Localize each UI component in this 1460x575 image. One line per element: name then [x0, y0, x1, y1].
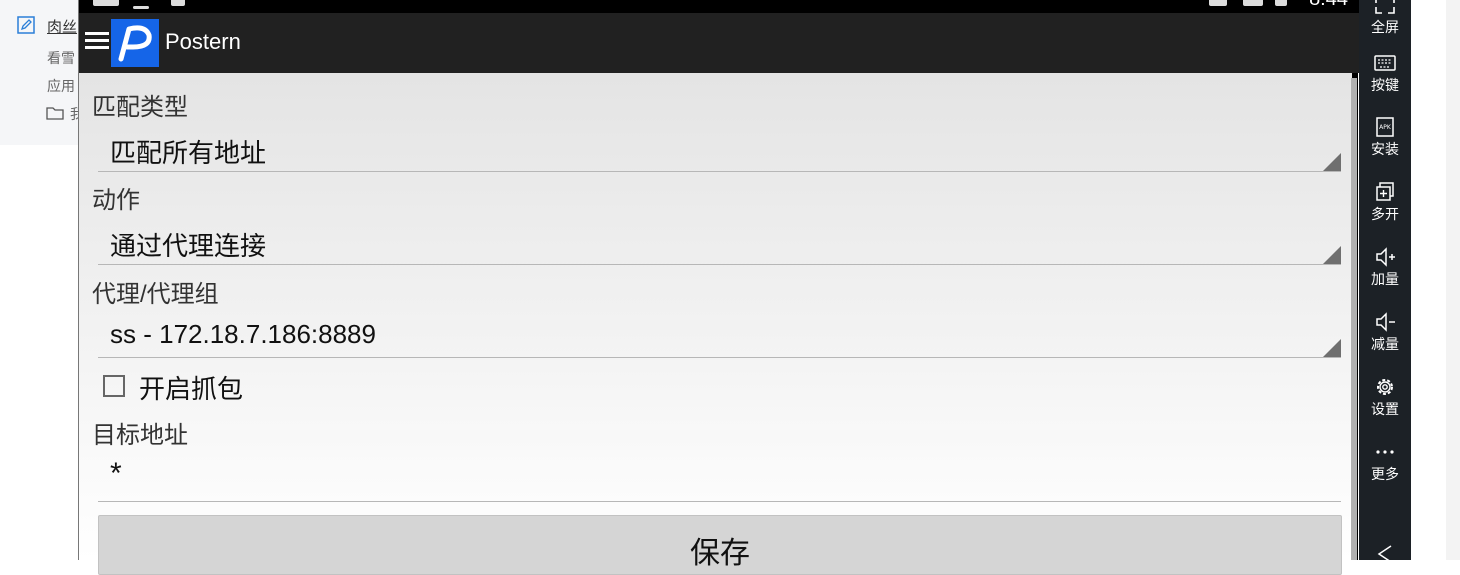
- action-label: 动作: [92, 187, 140, 214]
- volume-down-icon: [1376, 312, 1395, 332]
- more-dots-icon: [1376, 450, 1394, 454]
- status-notification-icon: [93, 0, 119, 6]
- status-time: 8:44: [1309, 0, 1348, 11]
- fullscreen-icon: [1375, 0, 1395, 14]
- settings-gear-icon: [1377, 379, 1393, 395]
- background-row: 看雪: [47, 51, 75, 67]
- toolbar-label: 按键: [1371, 78, 1399, 94]
- proxy-value: ss - 172.18.7.186:8889: [110, 319, 376, 349]
- toolbar-volume-up[interactable]: 加量: [1359, 246, 1411, 288]
- toolbar-label: 设置: [1371, 402, 1399, 418]
- background-row: 应用: [47, 79, 75, 95]
- toolbar-label: 全屏: [1371, 20, 1399, 36]
- signal-icon: [1243, 0, 1263, 6]
- keyboard-icon: [1374, 55, 1396, 71]
- emulator-screen: 8:44 Postern 匹配类型 匹配所有地址 动作 通过代理连接 代理/代理…: [78, 0, 1360, 575]
- proxy-label: 代理/代理组: [92, 281, 219, 308]
- toolbar-more[interactable]: 更多: [1359, 441, 1411, 483]
- dropdown-arrow-icon: [1323, 153, 1341, 171]
- proxy-spinner[interactable]: ss - 172.18.7.186:8889: [98, 313, 1341, 358]
- multi-instance-icon: [1376, 182, 1394, 201]
- toolbar-keyboard[interactable]: 按键: [1359, 52, 1411, 94]
- hamburger-menu-icon[interactable]: [85, 32, 109, 54]
- action-spinner[interactable]: 通过代理连接: [98, 220, 1341, 265]
- background-window: 肉丝 看雪 应用 我: [0, 0, 80, 145]
- toolbar-volume-down[interactable]: 减量: [1359, 311, 1411, 353]
- back-triangle-icon: [1377, 545, 1392, 562]
- action-value: 通过代理连接: [110, 231, 267, 261]
- match-type-spinner[interactable]: 匹配所有地址: [98, 127, 1341, 172]
- match-type-label: 匹配类型: [92, 94, 188, 121]
- volume-up-icon: [1376, 247, 1395, 267]
- toolbar-label: 多开: [1371, 207, 1399, 223]
- folder-icon: [46, 107, 64, 120]
- toolbar-label: 加量: [1371, 272, 1399, 288]
- desktop-edge: [1446, 0, 1460, 560]
- app-title: Postern: [165, 29, 241, 54]
- status-notification-icon: [133, 6, 149, 9]
- capture-checkbox[interactable]: [103, 375, 125, 397]
- background-title[interactable]: 肉丝: [47, 16, 80, 37]
- toolbar-settings[interactable]: 设置: [1359, 376, 1411, 418]
- emulator-toolbar: 全屏 按键 APK 安装 多开 加量 减量 设置 更多: [1359, 0, 1411, 562]
- document-edit-icon: [17, 16, 35, 34]
- toolbar-label: 减量: [1371, 337, 1399, 353]
- capture-label: 开启抓包: [139, 374, 244, 404]
- toolbar-multi[interactable]: 多开: [1359, 181, 1411, 223]
- battery-icon: [1275, 0, 1287, 6]
- toolbar-label: 安装: [1371, 142, 1399, 158]
- save-button-label: 保存: [690, 537, 750, 570]
- postern-logo: [111, 19, 159, 67]
- scrollbar[interactable]: [1351, 78, 1357, 560]
- toolbar-back[interactable]: [1359, 540, 1411, 562]
- target-address-input[interactable]: *: [98, 445, 1341, 502]
- toolbar-label: 更多: [1371, 467, 1399, 483]
- toolbar-install[interactable]: APK 安装: [1359, 116, 1411, 158]
- rule-form: 匹配类型 匹配所有地址 动作 通过代理连接 代理/代理组 ss - 172.18…: [79, 73, 1352, 575]
- toolbar-fullscreen[interactable]: 全屏: [1359, 0, 1411, 36]
- wifi-icon: [1209, 0, 1227, 6]
- target-address-value: *: [110, 457, 122, 490]
- save-button[interactable]: 保存: [98, 515, 1342, 575]
- dropdown-arrow-icon: [1323, 339, 1341, 357]
- status-bar: 8:44: [79, 0, 1360, 13]
- svg-text:APK: APK: [1379, 124, 1392, 131]
- match-type-value: 匹配所有地址: [110, 138, 267, 168]
- status-notification-icon: [171, 0, 185, 6]
- app-bar: Postern: [79, 13, 1360, 73]
- dropdown-arrow-icon: [1323, 246, 1341, 264]
- apk-install-icon: APK: [1376, 117, 1394, 137]
